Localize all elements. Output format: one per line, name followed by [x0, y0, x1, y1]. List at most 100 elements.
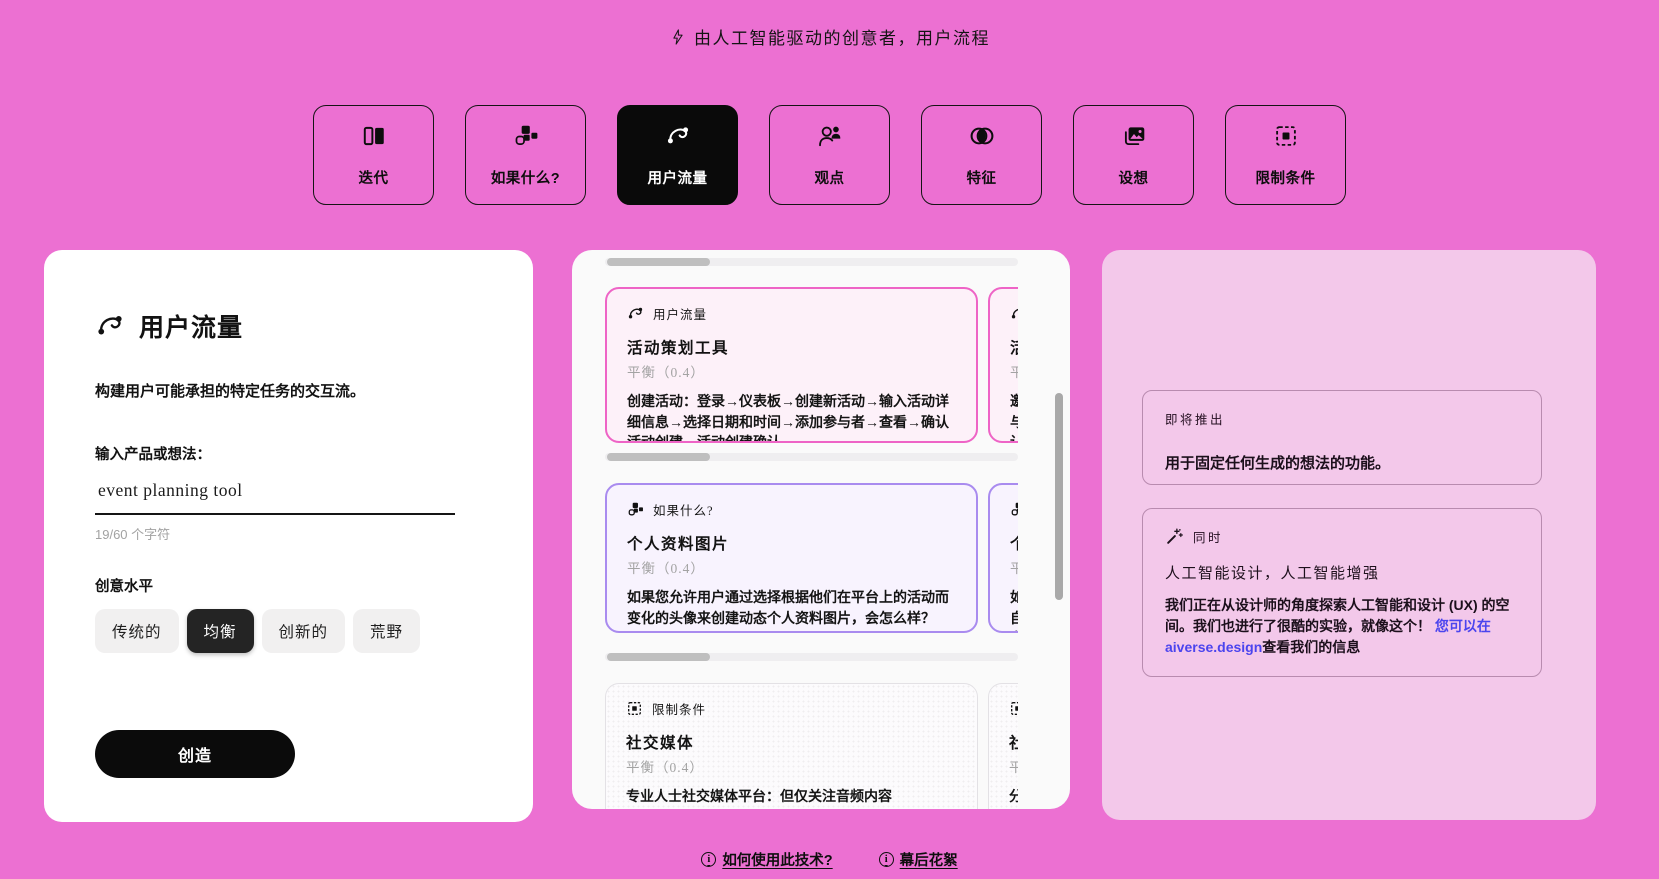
panel-title-text: 用户流量 [139, 314, 244, 342]
card-header: 用户流量 [1010, 304, 1018, 323]
result-row-what-if: 如果什么? 个人资料图片 平衡（0.4） 如果您允许用户通过选择根据他们在平台上… [605, 483, 1018, 633]
panel-description: 构建用户可能承担的特定任务的交互流。 [95, 383, 366, 400]
card-header: 用户流量 [627, 304, 956, 323]
tab-label: 特征 [966, 170, 997, 187]
card-title: 活 [1010, 336, 1018, 358]
card-body: 邀 与 认 [1010, 391, 1018, 441]
card-header: 限制条件 [1009, 699, 1018, 718]
card-body: 专业人士社交媒体平台：但仅关注音频内容 [626, 788, 892, 804]
features-icon [969, 123, 995, 154]
what-if-icon [513, 123, 539, 154]
constraints-icon [1009, 700, 1018, 717]
form-panel: 用户流量 构建用户可能承担的特定任务的交互流。 输入产品或想法： 19/60 个… [44, 250, 533, 822]
create-button[interactable]: 创造 [95, 730, 295, 778]
creativity-option-wild[interactable]: 荒野 [353, 609, 421, 653]
result-row-constraints: 限制条件 社交媒体 平衡（0.4） 专业人士社交媒体平台：但仅关注音频内容 限制… [605, 683, 1018, 809]
tab-label: 用户流量 [647, 170, 708, 187]
page-title: 由人工智能驱动的创意者，用户流程 [0, 24, 1659, 49]
creativity-option-innovative[interactable]: 创新的 [261, 609, 346, 653]
result-card[interactable]: 如果什么? 个人资料图片 平衡（0.4） 如果您允许用户通过选择根据他们在平台上… [605, 483, 978, 633]
horizontal-scrollbar[interactable] [605, 258, 1018, 266]
meanwhile-title: 人工智能设计，人工智能增强 [1165, 566, 1380, 582]
card-body: 如果您允许用户通过选择根据他们在平台上的活动而变化的头像来创建动态个人资料图片，… [627, 589, 949, 626]
coming-soon-text: 用于固定任何生成的想法的功能。 [1165, 455, 1391, 472]
card-title: 社 [1009, 731, 1018, 753]
result-card[interactable]: 限制条件 社交媒体 平衡（0.4） 专业人士社交媒体平台：但仅关注音频内容 [605, 683, 978, 809]
card-body: 分 次 [1009, 786, 1018, 809]
constraints-icon [626, 700, 643, 717]
creativity-option-traditional[interactable]: 传统的 [95, 609, 179, 653]
card-level: 平衡（0.4） [1009, 756, 1018, 776]
scrollbar-thumb[interactable] [607, 258, 710, 266]
page-title-text: 由人工智能驱动的创意者，用户流程 [694, 29, 990, 48]
how-to-use-link[interactable]: 如何使用此技术? [701, 849, 833, 870]
scrollbar-thumb[interactable] [607, 453, 710, 461]
ideate-icon [1121, 123, 1147, 154]
card-body: 创建活动：登录→仪表板→创建新活动→输入活动详细信息→选择日期和时间→添加参与者… [627, 393, 949, 443]
tab-label: 观点 [814, 170, 845, 187]
meanwhile-body-text: 查看我们的信息 [1262, 639, 1361, 655]
tab-iterate[interactable]: 迭代 [313, 105, 434, 205]
magic-wand-icon [1165, 527, 1184, 546]
card-header: 如果什么? [1010, 500, 1018, 519]
user-flow-icon [1010, 305, 1018, 322]
results-panel: 用户流量 活动策划工具 平衡（0.4） 创建活动：登录→仪表板→创建新活动→输入… [572, 250, 1070, 809]
lightning-icon [669, 28, 687, 46]
card-body: 如 自 力 [1010, 587, 1018, 631]
user-flow-icon [665, 123, 691, 154]
info-icon [878, 852, 894, 867]
card-level: 平衡（0.4） [1010, 361, 1018, 381]
card-category-label: 限制条件 [652, 703, 707, 717]
user-flow-icon [95, 311, 125, 341]
constraints-icon [1273, 123, 1299, 154]
tab-constraints[interactable]: 限制条件 [1225, 105, 1346, 205]
meanwhile-body: 我们正在从设计师的角度探索人工智能和设计 (UX) 的空间。我们也进行了很酷的实… [1165, 595, 1519, 658]
card-level: 平衡（0.4） [1010, 557, 1018, 577]
card-title: 社交媒体 [626, 735, 695, 752]
coming-soon-label: 即将推出 [1165, 413, 1226, 427]
card-header: 如果什么? [627, 500, 956, 519]
panel-title: 用户流量 [95, 308, 493, 344]
vertical-scrollbar-thumb[interactable] [1055, 393, 1063, 600]
creativity-option-balanced[interactable]: 均衡 [186, 609, 254, 653]
tab-what-if[interactable]: 如果什么? [465, 105, 586, 205]
meanwhile-card: 同时 人工智能设计，人工智能增强 我们正在从设计师的角度探索人工智能和设计 (U… [1142, 508, 1542, 677]
behind-the-scenes-label: 幕后花絮 [899, 853, 958, 869]
result-card-partial[interactable]: 如果什么? 个 平衡（0.4） 如 自 力 [988, 483, 1018, 633]
card-category-label: 如果什么? [653, 504, 714, 518]
how-to-use-label: 如何使用此技术? [722, 853, 833, 869]
info-panel: 即将推出 用于固定任何生成的想法的功能。 同时 人工智能设计，人工智能增强 我们… [1102, 250, 1596, 820]
result-card-partial[interactable]: 限制条件 社 平衡（0.4） 分 次 [988, 683, 1018, 809]
tab-label: 迭代 [358, 170, 389, 187]
card-category-label: 用户流量 [653, 308, 708, 322]
tab-user-flows[interactable]: 用户流量 [617, 105, 738, 205]
tab-points-of-view[interactable]: 观点 [769, 105, 890, 205]
persona-icon [817, 123, 843, 154]
tab-ideate[interactable]: 设想 [1073, 105, 1194, 205]
scrollbar-thumb[interactable] [607, 653, 710, 661]
tab-label: 如果什么? [490, 170, 561, 187]
card-level: 平衡（0.4） [626, 760, 704, 775]
user-flow-icon [627, 305, 644, 322]
idea-input[interactable] [95, 476, 455, 515]
card-level: 平衡（0.4） [627, 561, 705, 576]
card-title: 个人资料图片 [627, 536, 730, 553]
what-if-icon [1010, 501, 1018, 518]
result-card[interactable]: 用户流量 活动策划工具 平衡（0.4） 创建活动：登录→仪表板→创建新活动→输入… [605, 287, 978, 443]
tab-features[interactable]: 特征 [921, 105, 1042, 205]
result-card-partial[interactable]: 用户流量 活 平衡（0.4） 邀 与 认 [988, 287, 1018, 443]
card-header: 限制条件 [626, 699, 957, 718]
iterate-icon [361, 123, 387, 154]
tab-bar: 迭代 如果什么? 用户流量 观点 特征 设想 限制条件 [0, 105, 1659, 205]
idea-input-label: 输入产品或想法： [95, 447, 211, 463]
card-title: 个 [1010, 532, 1018, 554]
behind-the-scenes-link[interactable]: 幕后花絮 [878, 849, 958, 870]
tab-label: 设想 [1118, 170, 1149, 187]
coming-soon-card: 即将推出 用于固定任何生成的想法的功能。 [1142, 390, 1542, 485]
meanwhile-label: 同时 [1193, 531, 1224, 545]
meanwhile-header: 同时 [1165, 527, 1519, 546]
horizontal-scrollbar[interactable] [605, 653, 1018, 661]
horizontal-scrollbar[interactable] [605, 453, 1018, 461]
info-icon [701, 852, 717, 867]
what-if-icon [627, 501, 644, 518]
